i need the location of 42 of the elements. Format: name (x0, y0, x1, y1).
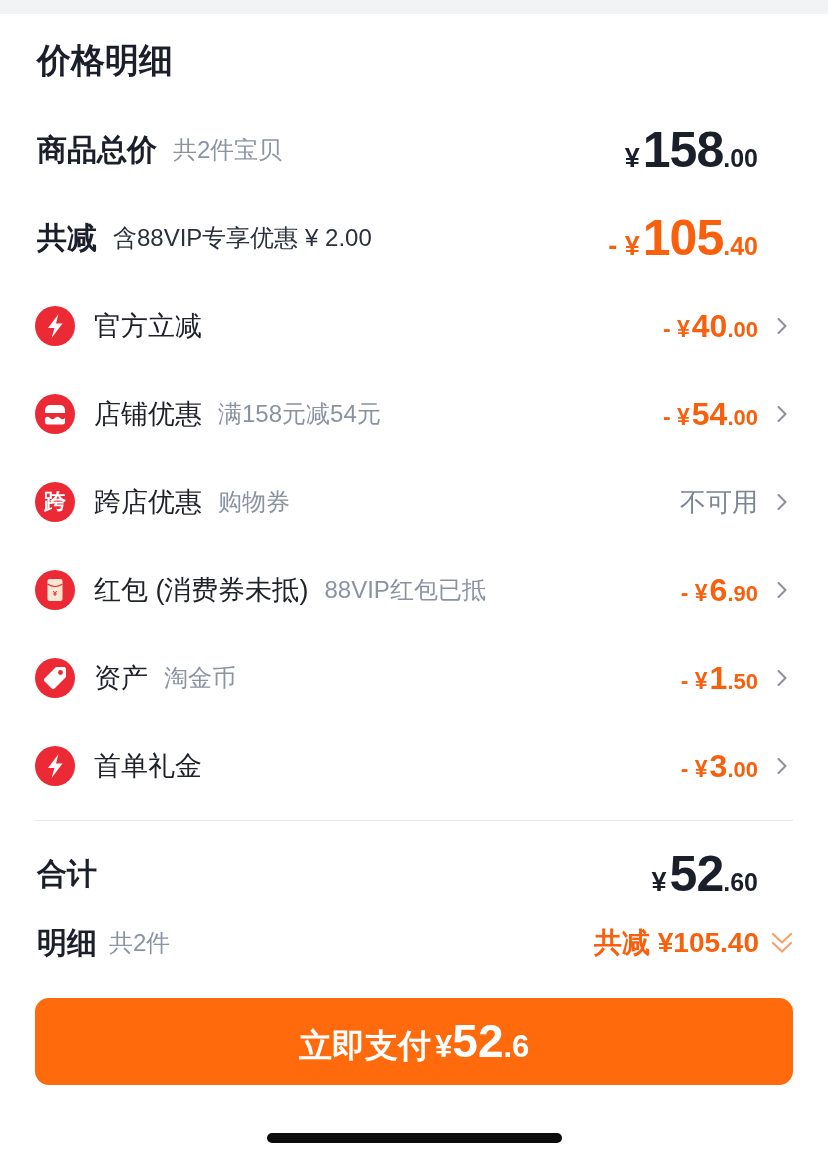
chevron-right-icon[interactable] (776, 668, 788, 688)
discount-note: 淘金币 (164, 663, 236, 693)
envelope-icon: ¥ (35, 570, 75, 610)
total-amount: ¥52.60 (651, 845, 758, 903)
summary-note: 共2件宝贝 (173, 135, 283, 165)
summary-label: 共减 (37, 219, 97, 256)
discount-amount: - ¥3.00 (680, 747, 758, 785)
chevron-right-icon[interactable] (776, 580, 788, 600)
lightning-icon (35, 746, 75, 786)
price-amount: ¥158.00 (624, 121, 758, 179)
discount-label: 红包 (消费券未抵) (94, 574, 309, 607)
store-icon (35, 394, 75, 434)
panel-title: 价格明细 (37, 40, 173, 81)
discount-note: 满158元减54元 (218, 399, 381, 429)
total-label: 合计 (37, 855, 97, 892)
summary-label: 商品总价 (37, 131, 157, 168)
discount-label: 资产 (94, 662, 148, 695)
character-icon: 跨 (35, 482, 75, 522)
tag-icon (35, 658, 75, 698)
chevron-right-icon[interactable] (776, 756, 788, 776)
discount-note: 88VIP红包已抵 (324, 575, 486, 605)
item-count: 共2件 (109, 928, 171, 958)
discount-label: 跨店优惠 (94, 486, 202, 519)
discount-label: 店铺优惠 (94, 398, 202, 431)
chevron-right-icon[interactable] (776, 492, 788, 512)
lightning-icon (35, 306, 75, 346)
discount-amount: - ¥40.00 (662, 307, 758, 345)
discount-amount: - ¥6.90 (680, 571, 758, 609)
discount-label: 首单礼金 (94, 750, 202, 783)
discount-amount: - ¥105.40 (608, 209, 758, 267)
savings-toggle[interactable]: 共减 ¥105.40 (594, 924, 793, 962)
double-chevron-down-icon (771, 931, 793, 955)
pay-button[interactable]: 立即支付¥52.6 (35, 998, 793, 1085)
summary-note: 含88VIP专享优惠 ¥ 2.00 (113, 223, 372, 253)
status-text: 不可用 (680, 485, 758, 519)
discount-note: 购物券 (218, 487, 290, 517)
discount-label: 官方立减 (94, 310, 202, 343)
chevron-right-icon[interactable] (776, 404, 788, 424)
discount-amount: - ¥54.00 (662, 395, 758, 433)
chevron-right-icon[interactable] (776, 316, 788, 336)
detail-label: 明细 (37, 924, 97, 961)
discount-amount: - ¥1.50 (680, 659, 758, 697)
